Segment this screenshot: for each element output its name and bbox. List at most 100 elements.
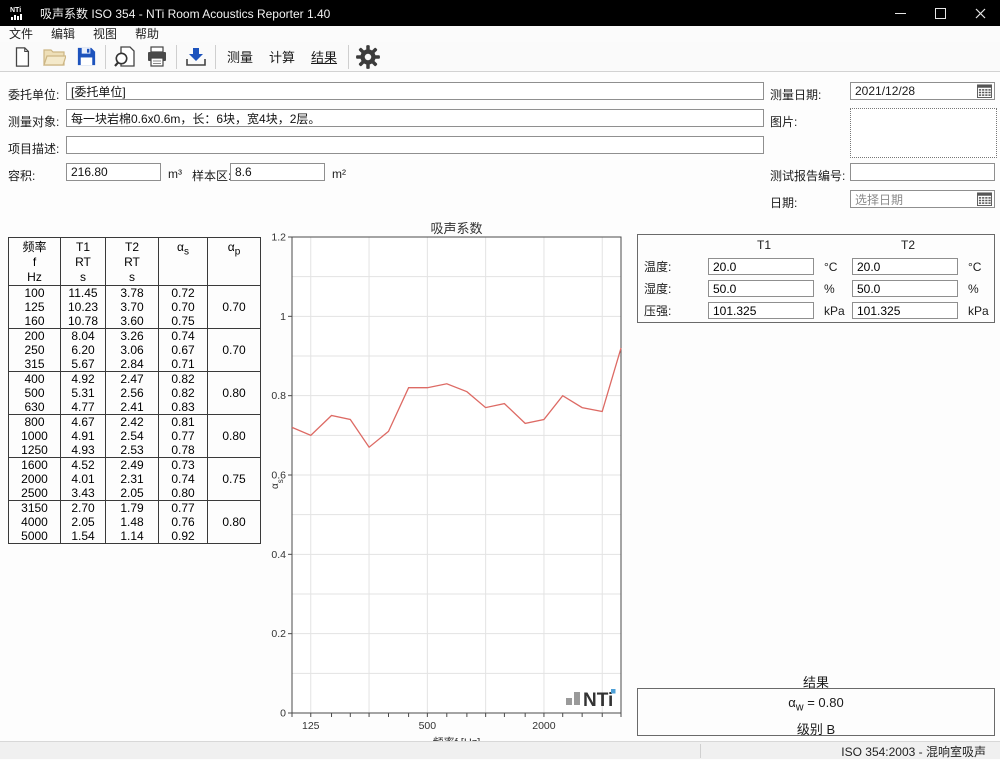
table-cell: 1.48 xyxy=(106,515,159,529)
export-button[interactable] xyxy=(180,43,212,70)
open-file-button[interactable] xyxy=(38,43,70,70)
alpha-value: = 0.80 xyxy=(804,695,844,710)
table-cell: 8.04 xyxy=(61,329,106,344)
y-tick-label: 0.4 xyxy=(271,549,286,561)
class-result: 级别 B xyxy=(638,719,994,738)
meas-date-picker[interactable]: 2021/12/28 xyxy=(850,82,995,100)
table-cell: 0.77 xyxy=(159,429,208,443)
x-tick-label: 2000 xyxy=(532,720,556,732)
env-spacer xyxy=(644,237,708,253)
status-bar: ISO 354:2003 - 混响室吸声 xyxy=(0,741,1000,759)
table-header: T2RTs xyxy=(106,238,159,286)
table-cell: 1000 xyxy=(9,429,61,443)
toolbar-separator xyxy=(215,45,216,69)
temperature-t2-input[interactable] xyxy=(852,258,958,275)
measure-object-input[interactable] xyxy=(66,109,764,127)
humidity-t1-input[interactable] xyxy=(708,280,814,297)
table-header: 频率fHz xyxy=(9,238,61,286)
export-download-icon xyxy=(184,45,208,69)
calendar-icon[interactable] xyxy=(977,84,992,98)
volume-input[interactable] xyxy=(66,163,161,181)
project-desc-input[interactable] xyxy=(66,136,764,154)
report-number-input[interactable] xyxy=(850,163,995,181)
new-file-button[interactable] xyxy=(6,43,38,70)
measure-view-button[interactable]: 测量 xyxy=(219,47,261,66)
table-cell: 2.31 xyxy=(106,472,159,486)
humidity-t2-input[interactable] xyxy=(852,280,958,297)
sample-area-input[interactable] xyxy=(230,163,325,181)
minimize-button[interactable] xyxy=(880,0,920,26)
menu-edit[interactable]: 编辑 xyxy=(42,26,84,42)
picture-dropzone[interactable] xyxy=(850,108,997,158)
print-preview-button[interactable] xyxy=(109,43,141,70)
temperature-label: 温度: xyxy=(644,258,708,275)
sample-area-label: 样本区: xyxy=(192,167,231,184)
client-input[interactable] xyxy=(66,82,764,100)
gear-icon xyxy=(355,44,381,70)
svg-text:NTi: NTi xyxy=(10,7,21,14)
table-cell: 4.52 xyxy=(61,458,106,473)
table-header-row: 频率fHzT1RTsT2RTsαsαp xyxy=(9,238,261,286)
save-floppy-icon xyxy=(75,45,98,68)
results-box: αw = 0.80 级别 B xyxy=(637,688,995,736)
alpha-p-cell: 0.80 xyxy=(208,415,261,458)
alpha-s-header: αs xyxy=(159,238,208,286)
meas-date-label: 测量日期: xyxy=(770,86,821,103)
humidity-t1-unit: % xyxy=(820,282,852,296)
table-cell: 3.60 xyxy=(106,314,159,329)
pressure-t2-input[interactable] xyxy=(852,302,958,319)
table-cell: 0.83 xyxy=(159,400,208,415)
pressure-t1-input[interactable] xyxy=(708,302,814,319)
table-cell: 2.70 xyxy=(61,501,106,516)
table-cell: 0.78 xyxy=(159,443,208,458)
table-cell: 0.75 xyxy=(159,314,208,329)
table-cell: 0.82 xyxy=(159,372,208,387)
table-cell: 2000 xyxy=(9,472,61,486)
table-cell: 0.71 xyxy=(159,357,208,372)
save-button[interactable] xyxy=(70,43,102,70)
results-view-button[interactable]: 结果 xyxy=(303,47,345,66)
table-header: T1RTs xyxy=(61,238,106,286)
client-label: 委托单位: xyxy=(8,86,59,103)
table-cell: 250 xyxy=(9,343,61,357)
humidity-t2-unit: % xyxy=(964,282,994,296)
table-cell: 6.20 xyxy=(61,343,106,357)
table-cell: 10.78 xyxy=(61,314,106,329)
table-cell: 0.80 xyxy=(159,486,208,501)
table-cell: 5000 xyxy=(9,529,61,544)
calculate-view-button[interactable]: 计算 xyxy=(261,47,303,66)
menu-help[interactable]: 帮助 xyxy=(126,26,168,42)
calendar-icon[interactable] xyxy=(977,192,992,206)
table-cell: 2.84 xyxy=(106,357,159,372)
table-cell: 0.77 xyxy=(159,501,208,516)
close-icon xyxy=(975,8,986,19)
toolbar-separator xyxy=(105,45,106,69)
table-cell: 0.67 xyxy=(159,343,208,357)
table-cell: 4.93 xyxy=(61,443,106,458)
temperature-t1-input[interactable] xyxy=(708,258,814,275)
temperature-t1-unit: °C xyxy=(820,260,852,274)
table-cell: 160 xyxy=(9,314,61,329)
table-cell: 400 xyxy=(9,372,61,387)
table-cell: 1600 xyxy=(9,458,61,473)
absorption-table: 频率fHzT1RTsT2RTsαsαp10011.453.780.720.701… xyxy=(8,237,261,544)
table-cell: 2.53 xyxy=(106,443,159,458)
settings-button[interactable] xyxy=(352,43,384,70)
menu-view[interactable]: 视图 xyxy=(84,26,126,42)
table-row: 2008.043.260.740.70 xyxy=(9,329,261,344)
report-date-picker[interactable]: 选择日期 xyxy=(850,190,995,208)
table-cell: 11.45 xyxy=(61,286,106,301)
close-button[interactable] xyxy=(960,0,1000,26)
minimize-icon xyxy=(895,13,906,14)
print-button[interactable] xyxy=(141,43,173,70)
menu-file[interactable]: 文件 xyxy=(0,26,42,42)
maximize-icon xyxy=(935,8,946,19)
x-tick-label: 125 xyxy=(302,720,320,732)
table-cell: 0.72 xyxy=(159,286,208,301)
maximize-button[interactable] xyxy=(920,0,960,26)
table-cell: 4.67 xyxy=(61,415,106,430)
alpha-p-cell: 0.70 xyxy=(208,286,261,329)
alpha-p-cell: 0.70 xyxy=(208,329,261,372)
table-cell: 0.82 xyxy=(159,386,208,400)
alpha-p-header: αp xyxy=(208,238,261,286)
